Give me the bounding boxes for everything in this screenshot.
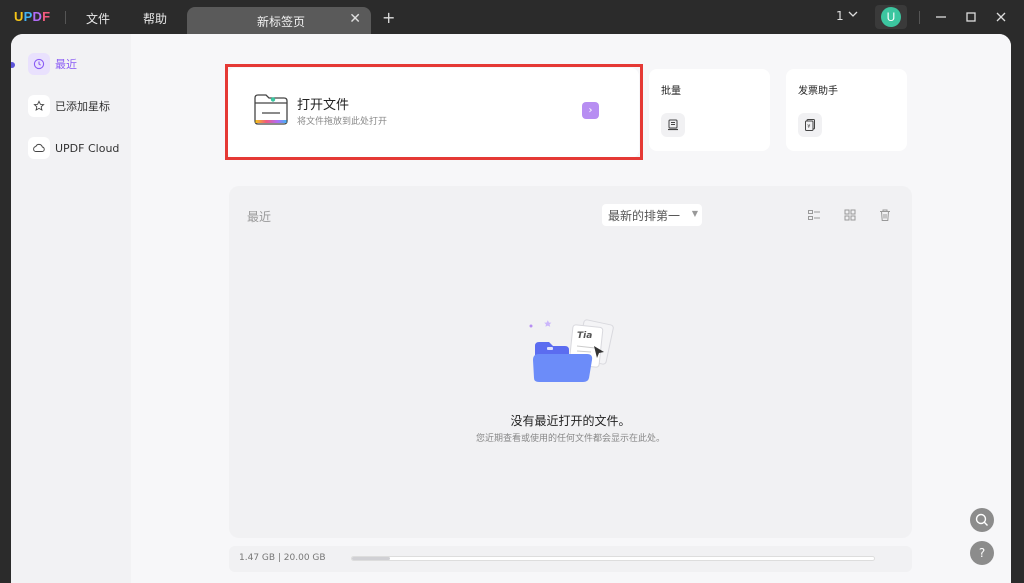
batch-card[interactable]: 批量 — [649, 69, 770, 151]
chevron-down-icon[interactable] — [847, 8, 859, 20]
trash-icon[interactable] — [878, 208, 892, 222]
star-icon — [28, 95, 50, 117]
window-count[interactable]: 1 — [836, 9, 844, 23]
search-button[interactable] — [970, 508, 994, 532]
title-divider — [65, 11, 66, 24]
help-button[interactable]: ? — [970, 541, 994, 565]
avatar[interactable]: U — [875, 5, 907, 29]
app-window: 最近 已添加星标 UPDF Cloud 打开文件 将文件拖放到此处打开 › 批量… — [11, 34, 1011, 583]
window-divider — [919, 11, 920, 24]
grid-view-icon[interactable] — [843, 208, 857, 222]
batch-icon — [661, 113, 685, 137]
recent-title: 最近 — [247, 210, 272, 224]
empty-state-title: 没有最近打开的文件。 — [510, 414, 631, 428]
logo-letter-f: F — [42, 9, 51, 24]
caret-down-icon: ▼ — [691, 209, 698, 218]
sidebar-item-label: 已添加星标 — [55, 100, 110, 113]
recent-panel: 最近 最新的排第一 ▼ Tia 没有最近打开的文件。 您近期查看或使用的任何文件… — [229, 186, 912, 538]
invoice-icon: ¥ — [798, 113, 822, 137]
main-content: 打开文件 将文件拖放到此处打开 › 批量 发票助手 ¥ 最近 最新的排第一 ▼ — [131, 34, 1011, 583]
sidebar: 最近 已添加星标 UPDF Cloud — [11, 34, 131, 583]
search-icon — [975, 513, 988, 526]
logo-letter-u: U — [14, 9, 24, 24]
sidebar-item-label: 最近 — [55, 58, 77, 71]
empty-state-subtitle: 您近期查看或使用的任何文件都会显示在此处。 — [475, 434, 665, 444]
sidebar-item-recent[interactable]: 最近 — [28, 52, 77, 76]
avatar-letter: U — [881, 7, 901, 27]
updf-logo[interactable]: UPDF — [14, 9, 50, 24]
title-bar: UPDF 文件 帮助 新标签页 ✕ + 1 U — [0, 0, 1024, 34]
sort-label: 最新的排第一 — [608, 209, 681, 223]
storage-progress-fill — [352, 557, 391, 560]
maximize-icon[interactable] — [962, 8, 980, 26]
list-view-icon[interactable] — [807, 208, 821, 222]
clock-icon — [28, 53, 50, 75]
highlight-box — [225, 64, 643, 160]
svg-text:Tia: Tia — [577, 331, 592, 341]
sidebar-indicator-dot — [11, 62, 15, 68]
cloud-icon — [28, 137, 50, 159]
invoice-assistant-card[interactable]: 发票助手 ¥ — [786, 69, 907, 151]
sidebar-item-label: UPDF Cloud — [55, 141, 120, 155]
storage-usage-text: 1.47 GB | 20.00 GB — [239, 553, 326, 563]
add-tab-icon[interactable]: + — [382, 8, 395, 27]
batch-label: 批量 — [661, 86, 681, 97]
sidebar-item-cloud[interactable]: UPDF Cloud — [28, 136, 119, 160]
tab-new[interactable]: 新标签页 ✕ — [187, 7, 371, 34]
menu-file[interactable]: 文件 — [86, 10, 110, 27]
invoice-label: 发票助手 — [798, 86, 838, 97]
empty-folder-illustration: Tia — [529, 319, 614, 382]
sidebar-item-starred[interactable]: 已添加星标 — [28, 94, 110, 118]
menu-help[interactable]: 帮助 — [143, 10, 167, 27]
tab-close-icon[interactable]: ✕ — [349, 11, 361, 27]
tab-title: 新标签页 — [257, 15, 306, 29]
logo-letter-d: D — [32, 9, 43, 24]
svg-text:¥: ¥ — [807, 124, 810, 130]
close-window-icon[interactable] — [992, 8, 1010, 26]
minimize-icon[interactable] — [932, 8, 950, 26]
storage-bar-area: 1.47 GB | 20.00 GB — [229, 546, 912, 572]
sort-dropdown[interactable]: 最新的排第一 ▼ — [602, 204, 702, 226]
storage-progress-bar[interactable] — [351, 556, 875, 561]
